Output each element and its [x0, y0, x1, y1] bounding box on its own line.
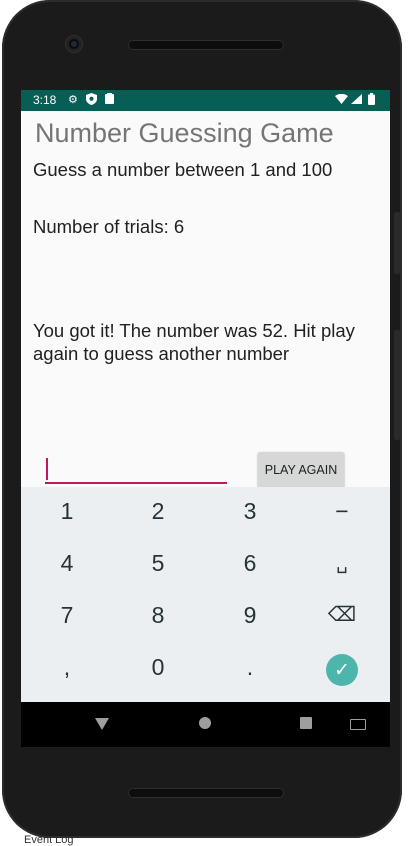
- backspace-key-icon[interactable]: ⌫: [307, 593, 377, 637]
- key-5[interactable]: 5: [123, 541, 193, 585]
- key-2[interactable]: 2: [123, 489, 193, 533]
- key-3[interactable]: 3: [215, 489, 285, 533]
- power-button: [394, 212, 400, 274]
- status-time: 3:18: [33, 93, 57, 107]
- key-8[interactable]: 8: [123, 593, 193, 637]
- space-key-icon[interactable]: ␣: [307, 541, 377, 585]
- bottom-speaker: [128, 788, 284, 798]
- key-6[interactable]: 6: [215, 541, 285, 585]
- instruction-text: Guess a number between 1 and 100: [33, 159, 333, 180]
- play-again-button[interactable]: PLAY AGAIN: [258, 452, 344, 488]
- home-icon[interactable]: [199, 717, 211, 729]
- trials-counter: Number of trials: 6: [33, 216, 185, 237]
- keyboard-switch-icon[interactable]: [350, 719, 366, 730]
- clipboard-icon: [105, 93, 114, 107]
- result-message: You got it! The number was 52. Hit play …: [33, 320, 355, 364]
- app-title: Number Guessing Game: [35, 118, 334, 148]
- key-0[interactable]: 0: [123, 645, 193, 689]
- front-camera: [66, 36, 82, 52]
- shield-icon: [86, 93, 97, 108]
- top-speaker: [128, 40, 284, 50]
- signal-icon: [351, 94, 362, 107]
- wifi-icon: [335, 93, 348, 107]
- numeric-keyboard: 1 2 3 − 4 5 6 ␣ 7 8 9 ⌫ , 0 . ✓: [21, 487, 390, 702]
- recents-icon[interactable]: [300, 717, 312, 729]
- key-comma[interactable]: ,: [32, 645, 102, 689]
- phone-frame: 3:18 ⚙ Number Guessing Game Guess a numb…: [2, 0, 402, 838]
- done-check-icon[interactable]: ✓: [326, 654, 358, 686]
- key-7[interactable]: 7: [32, 593, 102, 637]
- text-cursor: [46, 458, 48, 480]
- key-4[interactable]: 4: [32, 541, 102, 585]
- nav-bar: [21, 702, 390, 747]
- guess-input[interactable]: [45, 456, 227, 484]
- back-icon[interactable]: [95, 718, 109, 730]
- volume-button: [394, 330, 400, 440]
- status-bar: 3:18 ⚙: [21, 90, 390, 111]
- key-9[interactable]: 9: [215, 593, 285, 637]
- battery-icon: [368, 93, 375, 108]
- gear-icon: ⚙: [68, 94, 78, 106]
- key-1[interactable]: 1: [32, 489, 102, 533]
- screen: 3:18 ⚙ Number Guessing Game Guess a numb…: [21, 90, 390, 702]
- key-minus[interactable]: −: [307, 489, 377, 533]
- key-period[interactable]: .: [215, 645, 285, 689]
